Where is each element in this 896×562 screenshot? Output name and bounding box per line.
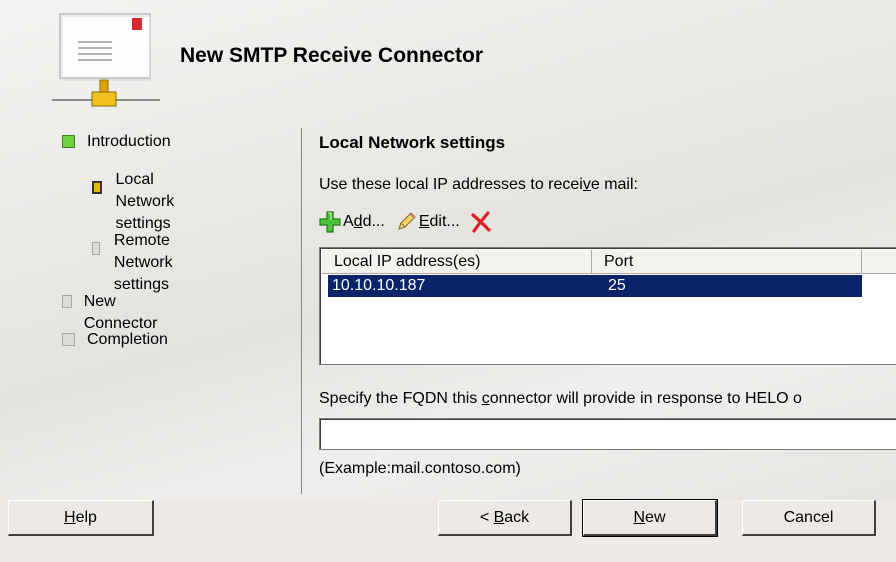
smtp-connector-icon: [52, 13, 160, 107]
back-label-a: <: [479, 508, 494, 526]
remove-button[interactable]: [470, 211, 492, 233]
new-label-b: ew: [645, 508, 666, 526]
nav-item-label: Completion: [87, 331, 168, 348]
instruction-text-b: e mail:: [590, 176, 638, 193]
add-label-b: d...: [362, 213, 385, 230]
instruction-label: Use these local IP addresses to receive …: [319, 176, 638, 194]
fqdn-text-b: onnector will provide in response to HEL…: [489, 390, 802, 407]
step-pending-icon: [92, 242, 100, 255]
pencil-icon: [398, 212, 416, 230]
instruction-text-a: Use these local IP addresses to recei: [319, 176, 583, 193]
edit-label: Edit...: [419, 213, 460, 231]
fqdn-text-a: Specify the FQDN this: [319, 390, 482, 407]
ip-toolbar: Add... Edit...: [319, 208, 502, 236]
nav-item-label-line1: Local Network: [115, 171, 175, 210]
fqdn-example: (Example:mail.contoso.com): [319, 460, 521, 477]
new-button[interactable]: New: [582, 499, 718, 537]
edit-accel: E: [418, 213, 430, 230]
edit-button[interactable]: Edit...: [395, 211, 460, 233]
new-accel: N: [633, 508, 646, 526]
cell-ip: 10.10.10.187: [332, 277, 426, 294]
column-header-ip[interactable]: Local IP address(es): [322, 250, 592, 274]
green-plus-icon: [319, 211, 341, 233]
add-label: Add...: [343, 213, 385, 231]
add-label-a: A: [343, 213, 354, 230]
step-completed-icon: [62, 135, 75, 148]
nav-item-label: Remote Network settings: [114, 230, 178, 296]
column-header-filler: [862, 250, 896, 274]
nav-divider: [301, 128, 302, 494]
fqdn-field[interactable]: [319, 418, 896, 450]
nav-item-label: Introduction: [87, 133, 171, 150]
list-header: Local IP address(es) Port: [322, 250, 896, 274]
fqdn-accel: c: [481, 390, 490, 407]
step-current-icon: [92, 181, 102, 194]
nav-item-completion: Completion: [62, 329, 168, 351]
nav-item-label-line1: Remote Network: [113, 232, 173, 271]
fqdn-label: Specify the FQDN this connector will pro…: [319, 390, 802, 408]
nav-item-local-network-settings: Local Network settings: [92, 169, 178, 235]
add-accel: d: [353, 213, 363, 230]
cancel-label: Cancel: [783, 508, 834, 526]
wizard-window: New SMTP Receive Connector Introduction …: [0, 0, 896, 562]
column-header-port[interactable]: Port: [592, 250, 862, 274]
new-label: New: [633, 509, 665, 527]
help-accel: H: [64, 508, 76, 526]
back-label: < Back: [480, 509, 529, 527]
edit-label-b: dit...: [429, 213, 460, 230]
step-pending-icon: [62, 295, 72, 308]
help-label-b: elp: [75, 508, 97, 526]
cell-port: 25: [608, 277, 626, 294]
section-title: Local Network settings: [319, 133, 506, 152]
cancel-button[interactable]: Cancel: [742, 500, 876, 536]
nav-item-introduction: Introduction: [62, 131, 171, 153]
help-button[interactable]: Help: [8, 500, 154, 536]
nav-item-remote-network-settings: Remote Network settings: [92, 230, 178, 296]
help-label: Help: [64, 509, 97, 527]
wizard-title: New SMTP Receive Connector: [180, 44, 484, 67]
nav-item-label: Local Network settings: [116, 169, 178, 235]
ip-address-list[interactable]: Local IP address(es) Port 10.10.10.187 2…: [319, 247, 896, 365]
table-row[interactable]: 10.10.10.187 25: [328, 275, 862, 297]
red-x-icon: [471, 211, 491, 233]
instruction-accel: v: [582, 176, 591, 193]
back-accel: B: [493, 508, 505, 526]
back-label-b: ack: [504, 508, 530, 526]
add-button[interactable]: Add...: [319, 211, 385, 233]
step-pending-icon: [62, 333, 75, 346]
back-button[interactable]: < Back: [438, 500, 572, 536]
